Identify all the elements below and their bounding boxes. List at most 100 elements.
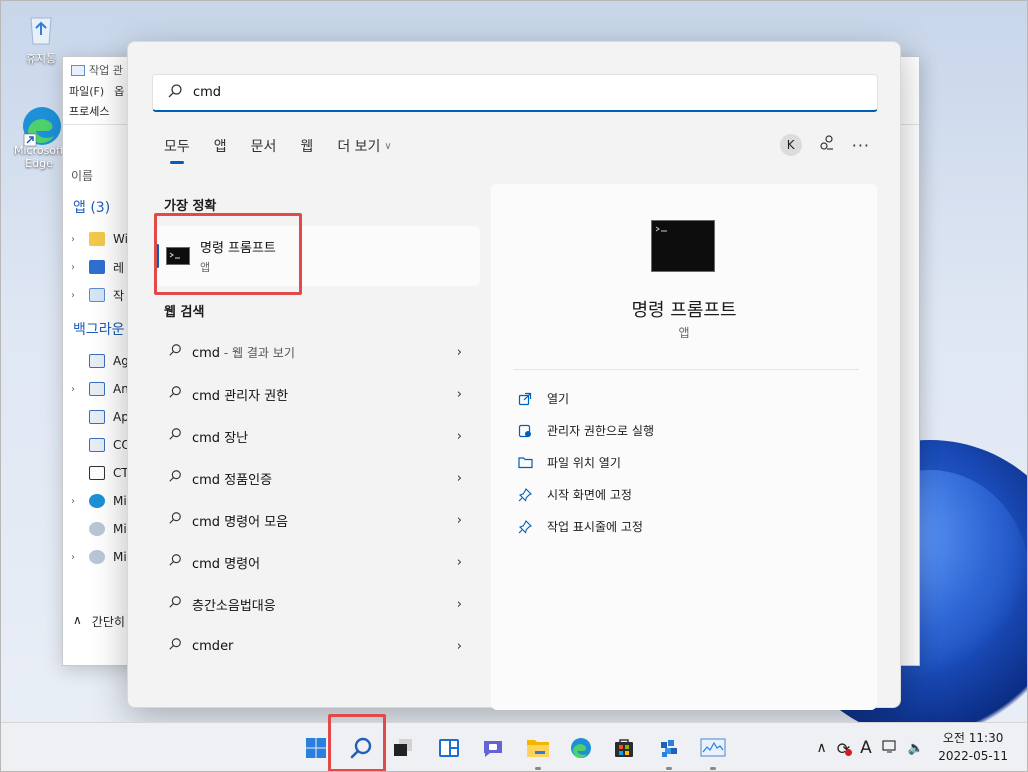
web-result-item[interactable]: cmder › [156, 628, 480, 664]
apps-group-header[interactable]: 앱 (3) [73, 197, 110, 217]
menu-file[interactable]: 파일(F) [69, 83, 104, 103]
process-name: Wi [113, 232, 128, 246]
tab-more[interactable]: 더 보기 ∨ [337, 136, 391, 164]
gear-app-icon [89, 550, 105, 564]
account-avatar[interactable]: K [779, 134, 802, 156]
chevron-right-icon[interactable]: › [457, 387, 462, 402]
process-row[interactable]: CT [71, 459, 129, 487]
web-result-text: cmd 관리자 권한 [192, 388, 289, 404]
tab-apps[interactable]: 앱 [214, 136, 227, 164]
process-name: Mi [113, 522, 127, 536]
file-explorer-button[interactable] [523, 733, 553, 770]
search-box[interactable] [152, 74, 878, 112]
web-result-text: cmd 정품인증 [192, 472, 273, 488]
column-header-name[interactable]: 이름 [71, 167, 93, 184]
process-row[interactable]: › Mi [71, 543, 127, 571]
folder-icon [527, 740, 549, 757]
web-result-item[interactable]: cmd 정품인증 › [156, 460, 480, 496]
action-pin-to-start[interactable]: 시작 화면에 고정 [517, 486, 632, 503]
chevron-right-icon[interactable]: › [457, 639, 462, 654]
gear-app-icon [89, 522, 105, 536]
chevron-right-icon[interactable]: › [457, 429, 462, 444]
store-button[interactable] [609, 733, 639, 763]
process-row[interactable]: Mi [71, 515, 127, 543]
people-icon[interactable] [818, 134, 836, 156]
web-result-item[interactable]: cmd 명령어 모음 › [156, 502, 480, 538]
web-result-item[interactable]: cmd 관리자 권한 › [156, 376, 480, 412]
search-input[interactable] [193, 85, 793, 100]
more-options-icon[interactable]: ··· [852, 136, 870, 155]
expand-chevron-icon[interactable]: › [71, 552, 81, 563]
service-icon [89, 382, 105, 396]
task-manager-taskbar-button[interactable] [698, 733, 728, 770]
search-icon [168, 511, 182, 529]
action-pin-to-taskbar[interactable]: 작업 표시줄에 고정 [517, 518, 643, 535]
chevron-up-icon[interactable]: ∧ [817, 740, 827, 756]
teams-chat-button[interactable] [478, 733, 508, 763]
tab-processes[interactable]: 프로세스 [69, 105, 109, 118]
running-indicator [710, 767, 716, 770]
chevron-right-icon[interactable]: › [457, 555, 462, 570]
edge-label-line1: Microsoft [13, 144, 65, 157]
search-icon [168, 427, 182, 445]
expand-chevron-icon[interactable]: › [71, 290, 81, 301]
tab-all[interactable]: 모두 [164, 136, 190, 164]
process-name: 레 [113, 260, 125, 275]
web-result-text: cmd [192, 345, 221, 361]
highlight-taskbar-search [328, 714, 386, 772]
edge-taskbar-button[interactable] [566, 733, 596, 763]
widgets-button[interactable] [434, 733, 464, 763]
action-label: 시작 화면에 고정 [547, 488, 632, 502]
expand-chevron-icon[interactable]: › [71, 262, 81, 273]
sync-icon[interactable]: ⟳ [837, 739, 853, 758]
background-group-header[interactable]: 백그라운 [73, 319, 125, 339]
chevron-right-icon[interactable]: › [457, 345, 462, 360]
ime-indicator[interactable]: A [860, 738, 872, 758]
tab-documents[interactable]: 문서 [251, 136, 277, 164]
web-result-item[interactable]: cmd - 웹 결과 보기 › [156, 334, 480, 370]
action-open[interactable]: 열기 [517, 390, 569, 407]
service-icon [89, 354, 105, 368]
filter-tabs: 모두 앱 문서 웹 더 보기 ∨ [164, 136, 392, 164]
process-row[interactable]: Ag [71, 347, 129, 375]
task-view-button[interactable] [388, 733, 418, 763]
clock[interactable]: 오전 11:30 2022-05-11 [938, 729, 1008, 765]
network-icon[interactable] [882, 739, 898, 757]
result-detail-pane: 명령 프롬프트 앱 열기 관리자 권한으로 실행 파일 위치 열기 시작 화면에… [491, 184, 877, 710]
chevron-right-icon[interactable]: › [457, 513, 462, 528]
regedit-icon [89, 260, 105, 274]
expand-chevron-icon[interactable]: › [71, 384, 81, 395]
web-result-item[interactable]: cmd 장난 › [156, 418, 480, 454]
action-run-as-admin[interactable]: 관리자 권한으로 실행 [517, 422, 654, 439]
process-row[interactable]: › 레 [71, 253, 124, 281]
process-row[interactable]: › Wi [71, 225, 128, 253]
tab-web[interactable]: 웹 [300, 136, 313, 164]
process-row[interactable]: › An [71, 375, 129, 403]
process-row[interactable]: Ap [71, 403, 129, 431]
start-button[interactable] [301, 733, 331, 763]
web-result-item[interactable]: cmd 명령어 › [156, 544, 480, 580]
regedit-taskbar-button[interactable] [654, 733, 684, 770]
process-row[interactable]: › 작 [71, 281, 124, 309]
web-result-text: cmder [192, 638, 234, 654]
search-icon [168, 553, 182, 571]
edge-desktop-icon[interactable]: Microsoft Edge [8, 104, 70, 170]
alert-dot [845, 748, 853, 756]
expand-chevron-icon[interactable]: › [71, 234, 81, 245]
expand-chevron-icon[interactable]: › [71, 496, 81, 507]
process-row[interactable]: CO [71, 431, 131, 459]
pin-icon [517, 487, 533, 503]
fewer-details-toggle[interactable]: ∧ 간단히 [73, 613, 125, 630]
column-name-label: 이름 [71, 169, 94, 183]
web-result-item[interactable]: 층간소음법대응 › [156, 586, 480, 622]
menu-options[interactable]: 옵 [114, 83, 124, 103]
start-search-panel[interactable]: 모두 앱 문서 웹 더 보기 ∨ K ··· 가장 정확 명령 프롬프트 앱 웹… [127, 41, 901, 710]
chevron-right-icon[interactable]: › [457, 471, 462, 486]
volume-icon[interactable]: 🔈 [908, 741, 924, 756]
running-indicator [535, 767, 541, 770]
search-icon [167, 83, 183, 103]
process-row[interactable]: › Mi [71, 487, 127, 515]
search-icon [168, 343, 182, 361]
action-open-file-location[interactable]: 파일 위치 열기 [517, 454, 621, 471]
chevron-right-icon[interactable]: › [457, 597, 462, 612]
